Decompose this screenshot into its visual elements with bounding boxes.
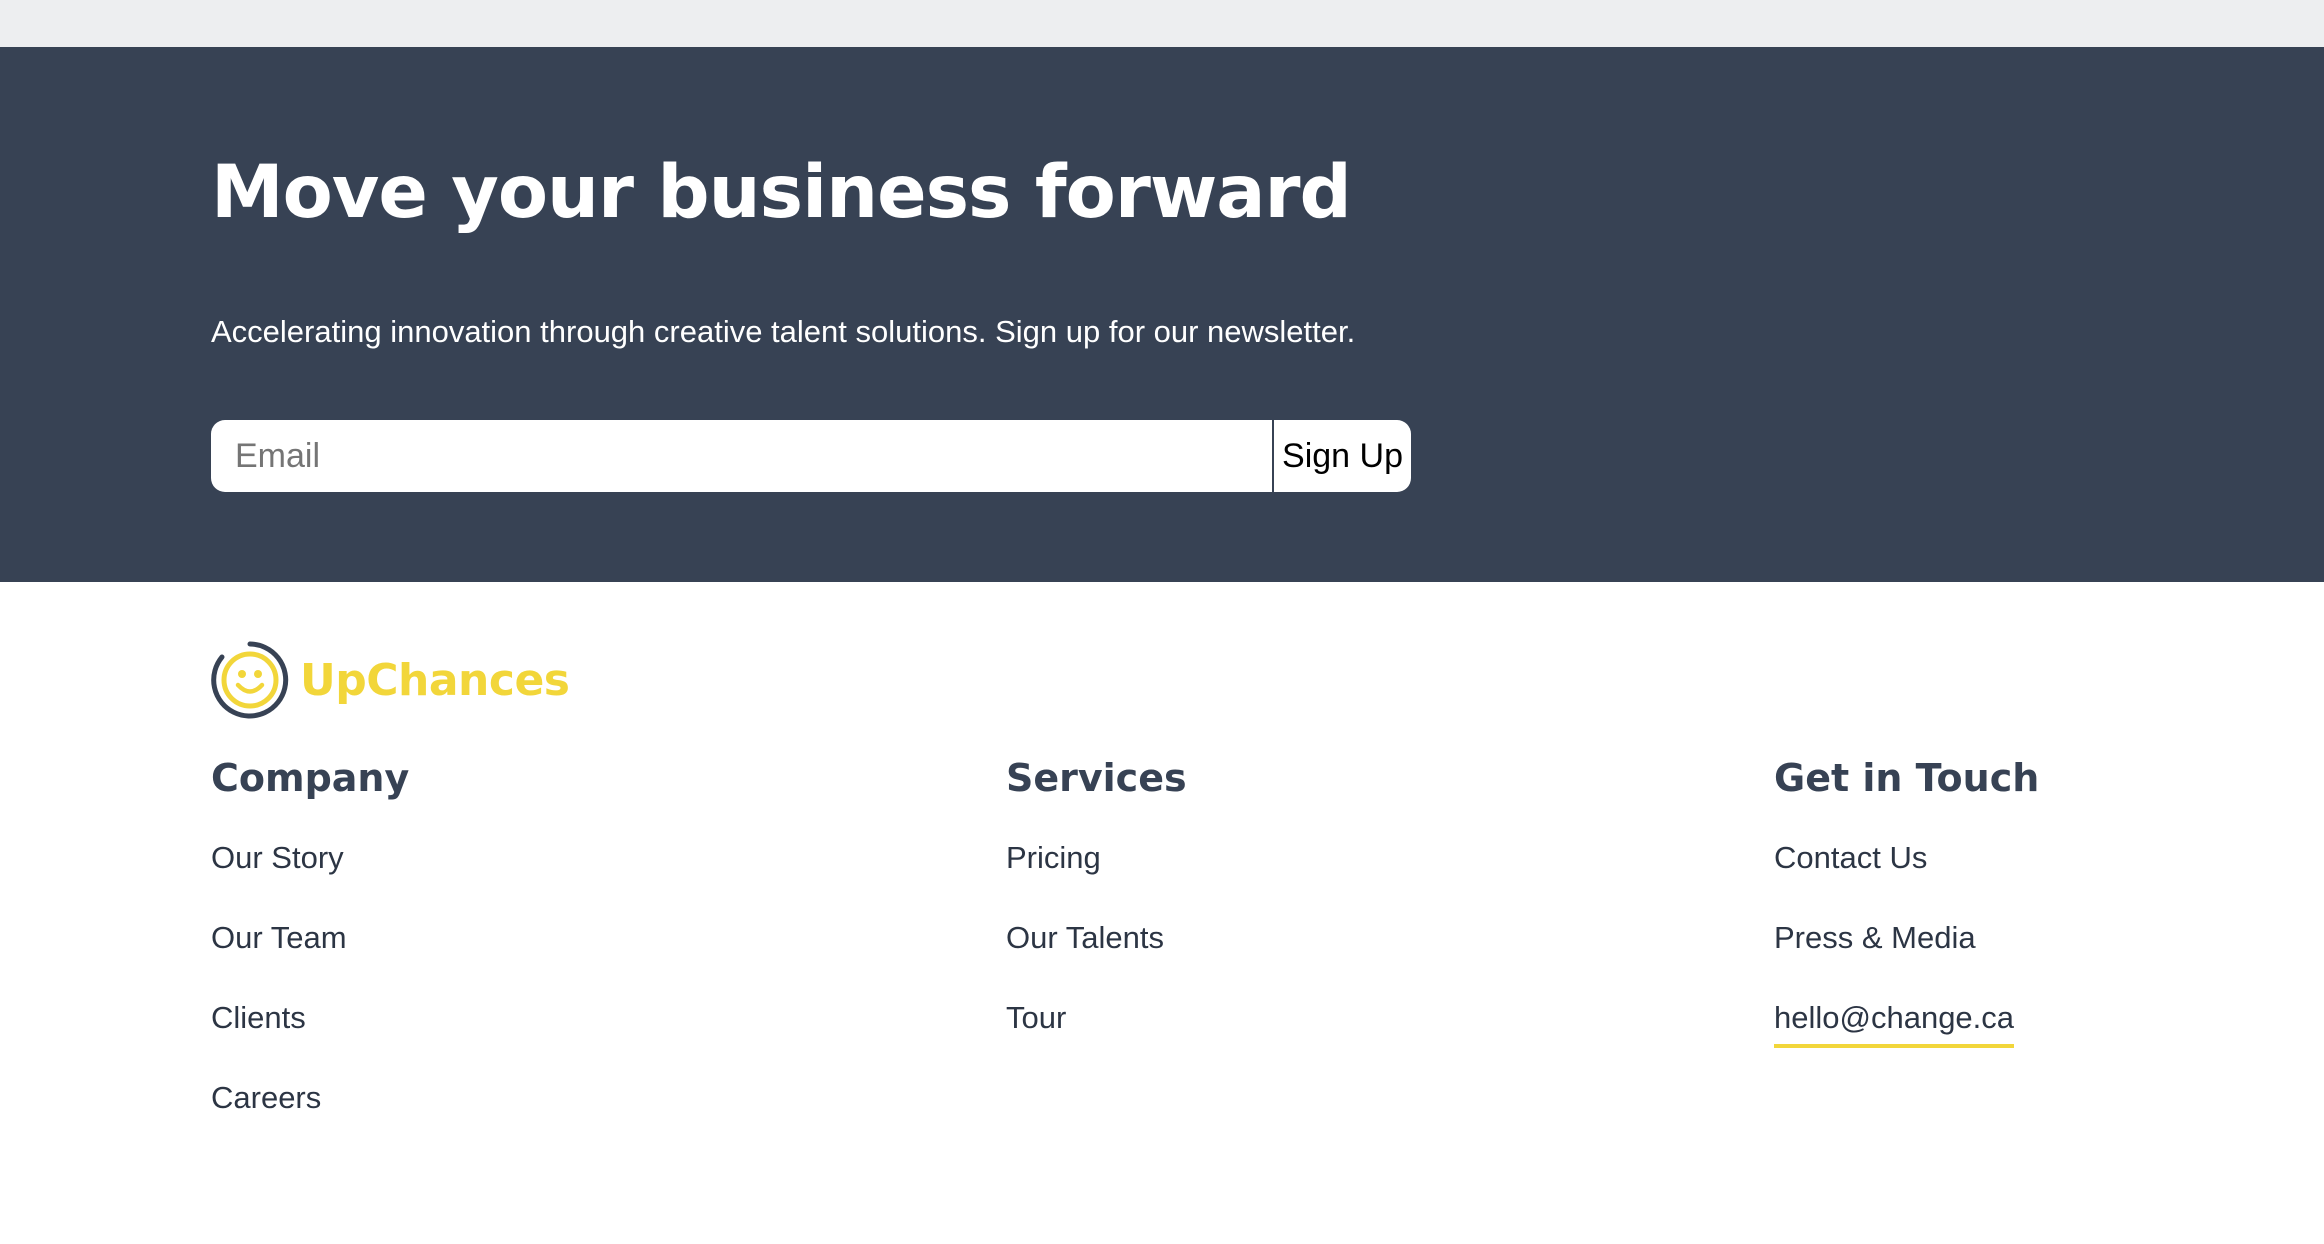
footer-link-careers[interactable]: Careers [211, 1068, 409, 1148]
company-heading: Company [211, 756, 410, 800]
footer-link-press-media[interactable]: Press & Media [1774, 908, 2039, 988]
footer-link-pricing[interactable]: Pricing [1006, 828, 1187, 908]
services-heading: Services [1006, 756, 1187, 800]
brand-name: UpChances [300, 654, 570, 706]
top-bar [0, 0, 2324, 47]
footer-link-email[interactable]: hello@change.ca [1774, 988, 2015, 1048]
email-input[interactable] [211, 420, 1272, 492]
footer-link-our-team[interactable]: Our Team [211, 908, 409, 988]
get-in-touch-heading: Get in Touch [1774, 756, 2040, 800]
footer-column-get-in-touch: Get in Touch Contact Us Press & Media he… [1774, 748, 2039, 1048]
newsletter-form: Sign Up [211, 420, 1411, 492]
footer-link-clients[interactable]: Clients [211, 988, 409, 1068]
hero-subtitle: Accelerating innovation through creative… [211, 314, 1356, 349]
smiley-face-icon [211, 641, 289, 719]
footer-link-our-talents[interactable]: Our Talents [1006, 908, 1187, 988]
footer-link-contact-us[interactable]: Contact Us [1774, 828, 2039, 908]
footer-column-company: Company Our Story Our Team Clients Caree… [211, 748, 409, 1148]
hero-title: Move your business forward [211, 150, 1352, 235]
newsletter-hero: Move your business forward Accelerating … [0, 47, 2324, 582]
footer-link-tour[interactable]: Tour [1006, 988, 1187, 1068]
footer-column-services: Services Pricing Our Talents Tour [1006, 748, 1187, 1068]
brand-logo[interactable]: UpChances [210, 640, 570, 720]
footer-link-our-story[interactable]: Our Story [211, 828, 409, 908]
sign-up-button[interactable]: Sign Up [1272, 420, 1411, 492]
